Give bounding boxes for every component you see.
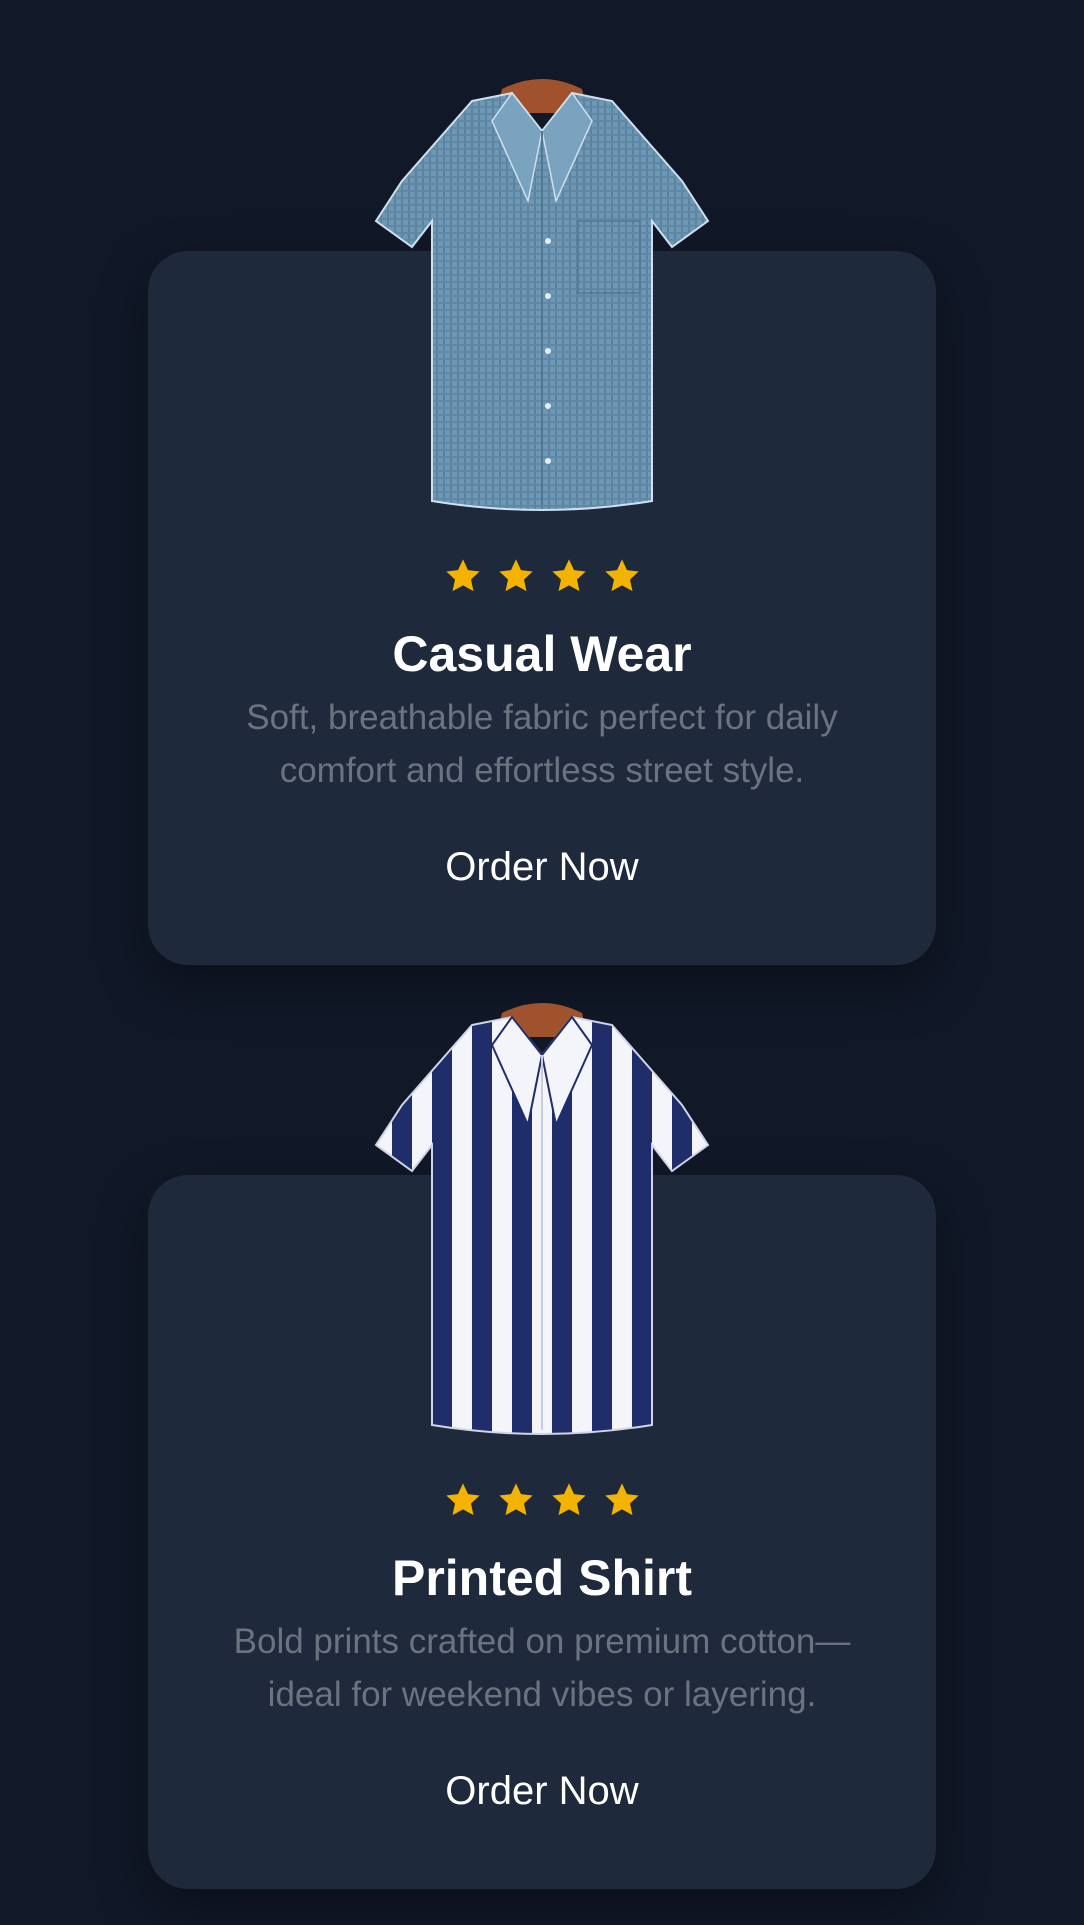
rating-stars [148, 556, 936, 596]
star-icon [602, 556, 642, 596]
product-title: Casual Wear [392, 626, 692, 682]
star-icon [496, 1480, 536, 1520]
star-icon [443, 556, 483, 596]
order-now-button[interactable]: Order Now [435, 841, 648, 893]
product-title: Printed Shirt [391, 1550, 693, 1606]
product-description: Soft, breathable fabric perfect for dail… [246, 698, 838, 790]
product-description: Bold prints crafted on premium cotton—id… [233, 1622, 851, 1714]
navy-white-striped-shirt-image [352, 995, 732, 1435]
star-icon [549, 556, 589, 596]
star-icon [549, 1480, 589, 1520]
order-now-button[interactable]: Order Now [435, 1765, 648, 1817]
product-card-casual-wear: Casual Wear Soft, breathable fabric perf… [148, 79, 936, 965]
star-icon [443, 1480, 483, 1520]
product-card-printed-shirt: Printed Shirt Bold prints crafted on pre… [148, 1003, 936, 1889]
rating-stars [148, 1480, 936, 1520]
blue-textured-shirt-image [352, 71, 732, 511]
star-icon [496, 556, 536, 596]
star-icon [602, 1480, 642, 1520]
